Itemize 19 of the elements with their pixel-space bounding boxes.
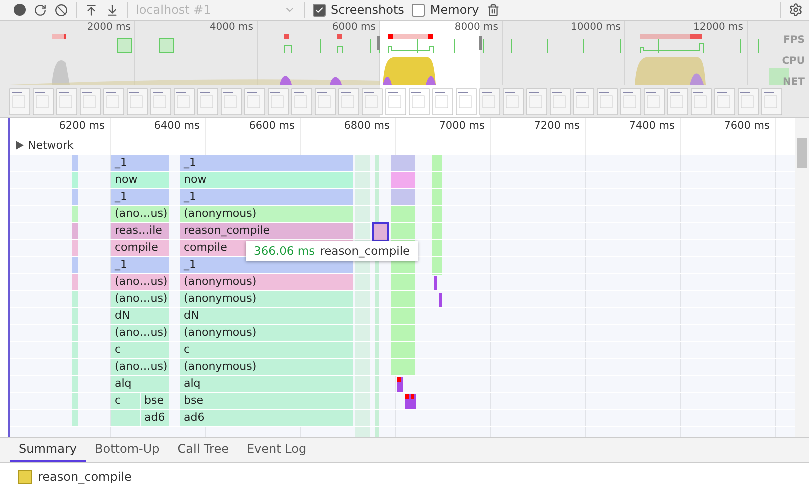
track-label: NET (782, 77, 805, 88)
time-tick-label: 7200 ms (534, 120, 580, 132)
time-tick-label: 6600 ms (249, 120, 295, 132)
track-label: CPU (782, 56, 805, 67)
time-tick-label: 12000 ms (694, 22, 744, 33)
time-tick-label: 2000 ms (87, 22, 131, 33)
time-tick-label: 4000 ms (210, 22, 254, 33)
time-tick-label: 6000 ms (332, 22, 376, 33)
time-tick-label: 6200 ms (59, 120, 105, 132)
summary-title: reason_compile (38, 470, 132, 484)
time-tick-label: 7600 ms (724, 120, 770, 132)
time-tick-label: 6800 ms (344, 120, 390, 132)
time-tick-label: 8000 ms (454, 22, 498, 33)
time-tick-label: 7000 ms (439, 120, 485, 132)
frame-tooltip: 366.06 ms reason_compile (246, 241, 418, 261)
time-tick-label: 6400 ms (154, 120, 200, 132)
time-tick-label: 10000 ms (571, 22, 621, 33)
time-tick-label: 7400 ms (629, 120, 675, 132)
track-label: FPS (784, 35, 805, 46)
